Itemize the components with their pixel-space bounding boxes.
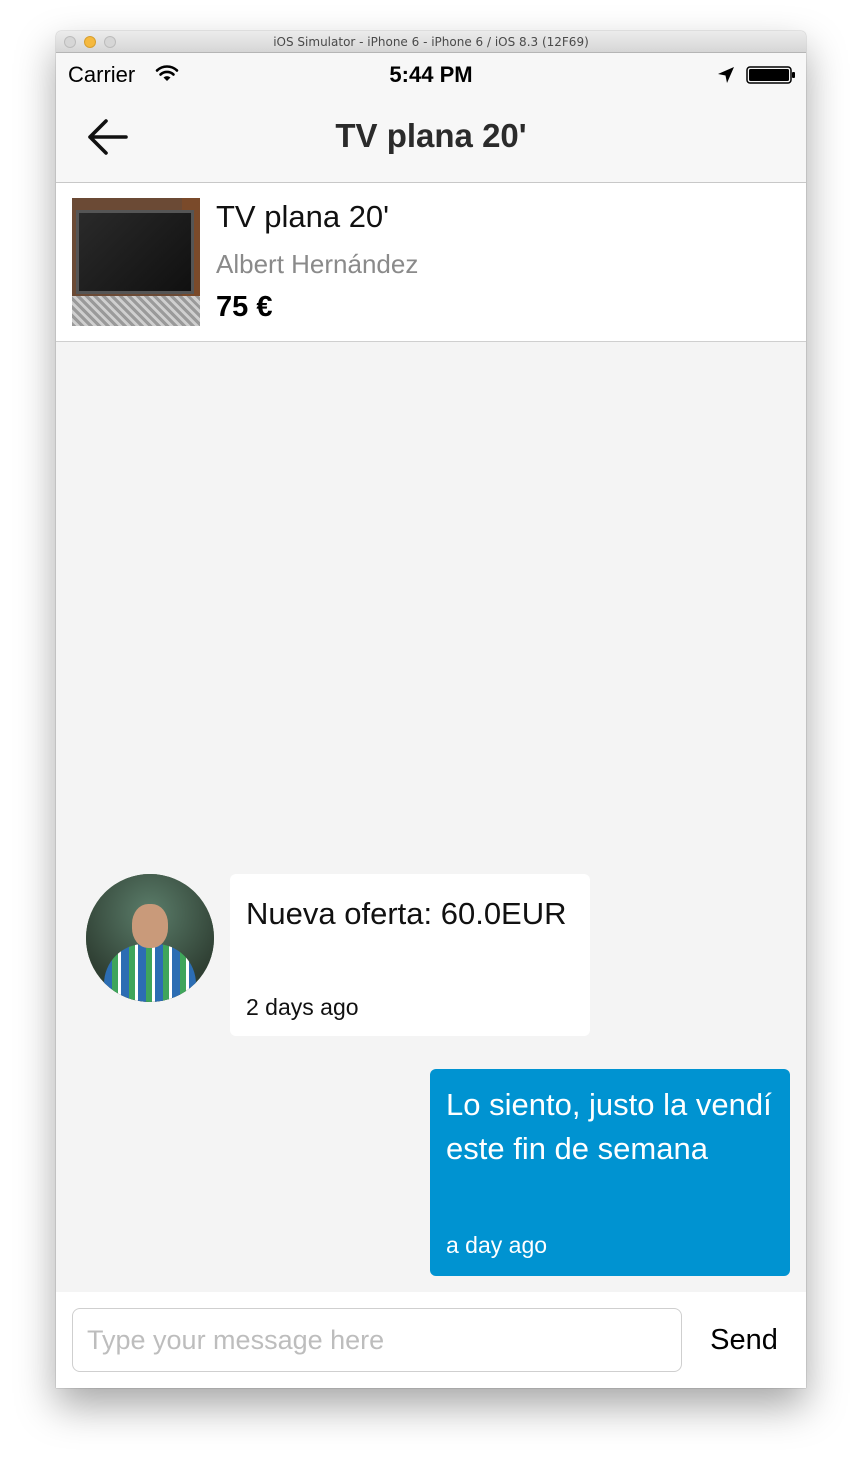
simulator-window: iOS Simulator - iPhone 6 - iPhone 6 / iO… xyxy=(56,31,806,1388)
product-title: TV plana 20' xyxy=(216,199,390,234)
product-price: 75 € xyxy=(216,291,273,323)
page-title: TV plana 20' xyxy=(335,117,527,154)
message-input[interactable] xyxy=(72,1308,682,1372)
message-composer: Send xyxy=(56,1292,806,1388)
battery-icon xyxy=(746,66,795,84)
location-arrow-icon xyxy=(718,67,734,83)
outgoing-message: Lo siento, justo la vendí este fin de se… xyxy=(430,1069,790,1276)
send-button[interactable]: Send xyxy=(696,1308,792,1372)
clock: 5:44 PM xyxy=(389,62,473,87)
product-seller: Albert Hernández xyxy=(216,249,419,279)
message-text: Nueva oferta: 60.0EUR xyxy=(246,896,567,931)
product-image xyxy=(72,198,200,326)
navigation-bar: TV plana 20' xyxy=(56,95,806,183)
message-text: Lo siento, justo la vendí este fin de se… xyxy=(446,1087,772,1166)
window-titlebar: iOS Simulator - iPhone 6 - iPhone 6 / iO… xyxy=(56,31,806,53)
product-card[interactable]: TV plana 20' Albert Hernández 75 € xyxy=(56,183,806,342)
message-timestamp: a day ago xyxy=(446,1232,548,1258)
message-timestamp: 2 days ago xyxy=(246,994,359,1020)
status-bar: Carrier 5:44 PM xyxy=(56,53,806,95)
avatar[interactable] xyxy=(86,874,214,1002)
incoming-message: Nueva oferta: 60.0EUR 2 days ago xyxy=(230,874,590,1036)
window-title: iOS Simulator - iPhone 6 - iPhone 6 / iO… xyxy=(273,35,589,49)
